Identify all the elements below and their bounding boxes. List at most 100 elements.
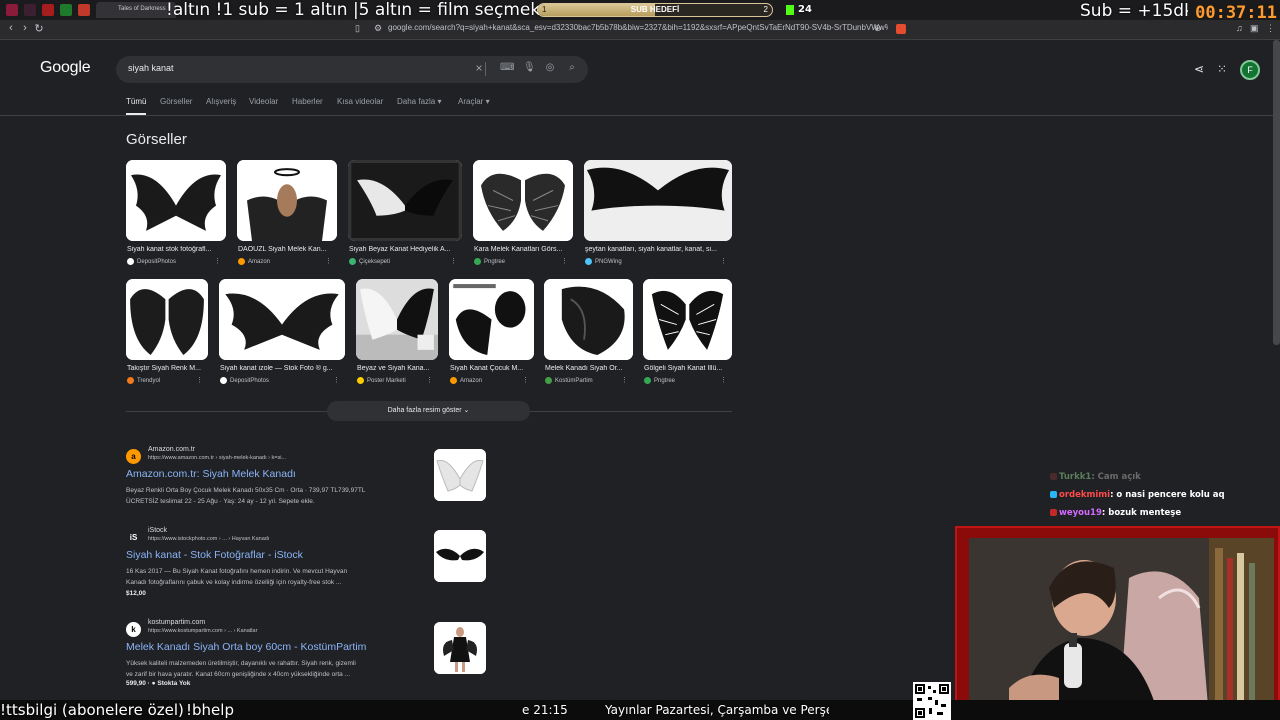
scrollbar[interactable] xyxy=(1273,40,1280,345)
clear-icon[interactable]: × xyxy=(473,61,485,75)
tab-icon[interactable] xyxy=(42,4,54,16)
image-thumbnail[interactable] xyxy=(126,279,208,360)
bookmark-icon[interactable]: ▯ xyxy=(355,23,365,35)
zoom-icon[interactable]: ⊕ xyxy=(874,23,884,35)
image-thumbnail[interactable] xyxy=(449,279,534,360)
lens-icon[interactable]: ◎ xyxy=(544,62,556,73)
result-url[interactable]: https://www.istockphoto.com › ... › Hayv… xyxy=(148,536,269,542)
search-result: k kostumpartim.com https://www.kostumparti… xyxy=(126,619,486,692)
search-result: a Amazon.com.tr https://www.amazon.com.tr … xyxy=(126,446,486,519)
more-options-icon[interactable]: ⋮ xyxy=(621,376,628,384)
result-site[interactable]: iStock xyxy=(148,527,167,534)
image-thumbnail[interactable] xyxy=(126,160,226,241)
search-tab[interactable]: Görseller xyxy=(160,97,192,106)
image-result[interactable]: Beyaz ve Siyah Kana... Poster Marketi ⋮ xyxy=(356,279,438,384)
result-favicon-icon[interactable]: a xyxy=(126,449,141,464)
image-result[interactable]: Siyah Beyaz Kanat Hediyelik A... Çiçeksep… xyxy=(348,160,462,265)
back-icon[interactable]: ‹ xyxy=(4,22,18,34)
image-thumbnail[interactable] xyxy=(544,279,633,360)
image-result[interactable]: Melek Kanadı Siyah Or... KostümPartim ⋮ xyxy=(544,279,633,384)
mic-icon[interactable]: 🎙 xyxy=(523,62,536,73)
search-tab[interactable]: Daha fazla ▾ xyxy=(397,97,441,106)
image-caption[interactable]: Beyaz ve Siyah Kana... xyxy=(357,365,435,372)
result-site[interactable]: Amazon.com.tr xyxy=(148,446,195,453)
search-tab[interactable]: Araçlar ▾ xyxy=(458,97,490,106)
more-options-icon[interactable]: ⋮ xyxy=(333,376,340,384)
result-thumbnail[interactable] xyxy=(434,449,486,501)
image-caption[interactable]: Takıştır Siyah Renk M... xyxy=(127,365,205,372)
site-info-icon[interactable]: ⚙ xyxy=(374,23,382,35)
image-result[interactable]: Siyah Kanat Çocuk M... Amazon ⋮ xyxy=(449,279,534,384)
image-thumbnail[interactable] xyxy=(219,279,345,360)
result-url[interactable]: https://www.amazon.com.tr › siyah-melek-… xyxy=(148,455,286,461)
sidepanel-icon[interactable]: ▣ xyxy=(1250,23,1260,35)
image-caption[interactable]: DAOUZL Siyah Melek Kan... xyxy=(238,246,334,253)
tab-icon[interactable] xyxy=(24,4,36,16)
image-result[interactable]: DAOUZL Siyah Melek Kan... Amazon ⋮ xyxy=(237,160,337,265)
result-title-link[interactable]: Amazon.com.tr: Siyah Melek Kanadı xyxy=(126,468,296,480)
more-options-icon[interactable]: ⋮ xyxy=(426,376,433,384)
image-thumbnail[interactable] xyxy=(356,279,438,360)
share-icon[interactable]: ⋖ xyxy=(1194,62,1204,76)
image-caption[interactable]: Melek Kanadı Siyah Or... xyxy=(545,365,630,372)
search-tab[interactable]: Tümü xyxy=(126,97,146,106)
image-thumbnail[interactable] xyxy=(237,160,337,241)
extension-icon[interactable] xyxy=(896,24,906,34)
image-caption[interactable]: Siyah Beyaz Kanat Hediyelik A... xyxy=(349,246,459,253)
image-result[interactable]: Takıştır Siyah Renk M... Trendyol ⋮ xyxy=(126,279,208,384)
more-options-icon[interactable]: ⋮ xyxy=(325,257,332,265)
search-tab[interactable]: Kısa videolar xyxy=(337,97,383,106)
reload-icon[interactable]: ↻ xyxy=(32,22,46,35)
result-thumbnail[interactable] xyxy=(434,530,486,582)
image-result[interactable]: Siyah kanat izole — Stok Foto ® g... Depo… xyxy=(219,279,345,384)
image-result[interactable]: Gölgeli Siyah Kanat İllü... Pngtree ⋮ xyxy=(643,279,732,384)
more-images-button[interactable]: Daha fazla resim göster ⌄ xyxy=(327,401,530,421)
image-thumbnail[interactable] xyxy=(643,279,732,360)
more-options-icon[interactable]: ⋮ xyxy=(196,376,203,384)
more-options-icon[interactable]: ⋮ xyxy=(561,257,568,265)
image-caption[interactable]: Siyah kanat stok fotoğrafl... xyxy=(127,246,223,253)
result-favicon-icon[interactable]: k xyxy=(126,622,141,637)
image-thumbnail[interactable] xyxy=(473,160,573,241)
search-icon[interactable]: ⌕ xyxy=(566,62,578,73)
result-favicon-icon[interactable]: iS xyxy=(126,530,141,545)
chat-message: weyou19: bozuk menteşe xyxy=(1050,508,1181,518)
result-title-link[interactable]: Siyah kanat - Stok Fotoğraflar - iStock xyxy=(126,549,303,561)
url-field[interactable]: google.com/search?q=siyah+kanat&sca_esv=… xyxy=(388,23,888,37)
search-input[interactable]: siyah kanat xyxy=(128,63,174,73)
google-logo[interactable]: Google xyxy=(40,59,91,77)
search-box[interactable]: siyah kanat × ⌨ 🎙 ◎ ⌕ xyxy=(116,56,588,83)
image-thumbnail[interactable] xyxy=(584,160,732,241)
result-site[interactable]: kostumpartim.com xyxy=(148,619,205,626)
image-result[interactable]: Siyah kanat stok fotoğrafl... DepositPhot… xyxy=(126,160,226,265)
more-options-icon[interactable]: ⋮ xyxy=(214,257,221,265)
image-caption[interactable]: Siyah Kanat Çocuk M... xyxy=(450,365,531,372)
forward-icon[interactable]: › xyxy=(18,22,32,34)
image-caption[interactable]: şeytan kanatları, siyah kanatlar, kanat,… xyxy=(585,246,729,253)
image-thumbnail[interactable] xyxy=(348,160,462,241)
search-tab[interactable]: Videolar xyxy=(249,97,278,106)
result-url[interactable]: https://www.kostumpartim.com › ... › Kan… xyxy=(148,628,257,634)
image-caption[interactable]: Gölgeli Siyah Kanat İllü... xyxy=(644,365,729,372)
image-caption[interactable]: Kara Melek Kanatları Görs... xyxy=(474,246,570,253)
keyboard-icon[interactable]: ⌨ xyxy=(500,62,514,73)
tab-icon[interactable] xyxy=(78,4,90,16)
image-result[interactable]: Kara Melek Kanatları Görs... Pngtree ⋮ xyxy=(473,160,573,265)
media-icon[interactable]: ♫ xyxy=(1236,23,1246,35)
avatar[interactable]: F xyxy=(1240,60,1260,80)
menu-icon[interactable]: ⋮ xyxy=(1266,23,1276,35)
tab-icon[interactable] xyxy=(60,4,72,16)
search-tab[interactable]: Haberler xyxy=(292,97,323,106)
more-options-icon[interactable]: ⋮ xyxy=(450,257,457,265)
image-caption[interactable]: Siyah kanat izole — Stok Foto ® g... xyxy=(220,365,342,372)
result-thumbnail[interactable] xyxy=(434,622,486,674)
more-options-icon[interactable]: ⋮ xyxy=(720,376,727,384)
more-options-icon[interactable]: ⋮ xyxy=(720,257,727,265)
image-result[interactable]: şeytan kanatları, siyah kanatlar, kanat,… xyxy=(584,160,732,265)
result-title-link[interactable]: Melek Kanadı Siyah Orta boy 60cm - Kostü… xyxy=(126,641,366,653)
apps-icon[interactable]: ⁙ xyxy=(1217,62,1227,76)
tab-icon[interactable] xyxy=(6,4,18,16)
search-tab[interactable]: Alışveriş xyxy=(206,97,236,106)
tab-active[interactable]: Tales of Darkness xyxy=(96,2,176,18)
more-options-icon[interactable]: ⋮ xyxy=(522,376,529,384)
